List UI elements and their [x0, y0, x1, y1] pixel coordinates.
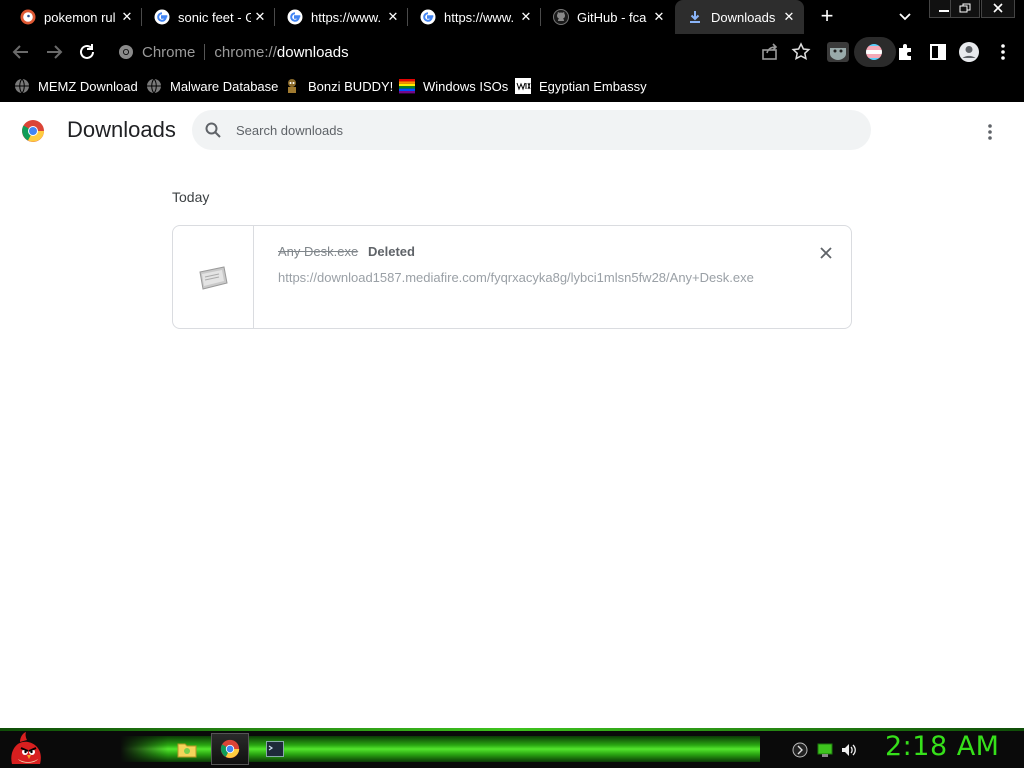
- forward-arrow-icon[interactable]: [43, 41, 65, 63]
- more-actions-icon[interactable]: [978, 120, 1002, 144]
- bonzi-icon: [288, 79, 296, 93]
- start-button-angry-bird-icon[interactable]: [6, 730, 46, 768]
- tab-close-icon[interactable]: ✕: [517, 9, 535, 25]
- bookmark-star-icon[interactable]: [790, 41, 812, 63]
- back-arrow-icon[interactable]: [10, 41, 32, 63]
- restore-icon: [959, 3, 971, 13]
- omnibox-divider: [204, 44, 206, 60]
- tab-strip: pokemon rul ✕ sonic feet - G ✕ https://w…: [0, 0, 1024, 34]
- tab-close-icon[interactable]: ✕: [650, 9, 668, 25]
- tab-close-icon[interactable]: ✕: [384, 9, 402, 25]
- rainbow-flag-icon: [399, 79, 415, 94]
- share-icon[interactable]: [759, 41, 781, 63]
- source-url-link[interactable]: https://download1587.mediafire.com/fyqrx…: [278, 270, 754, 285]
- file-name-link[interactable]: Any Desk.exe: [278, 244, 358, 259]
- taskbar-terminal[interactable]: [256, 733, 294, 765]
- tab-close-icon[interactable]: ✕: [118, 9, 136, 25]
- url-path: downloads: [276, 43, 349, 61]
- taskbar-clock[interactable]: 2:18 AM: [885, 731, 999, 762]
- taskbar-file-explorer[interactable]: [168, 733, 206, 765]
- extension-mask-icon[interactable]: [826, 40, 850, 64]
- address-bar[interactable]: Chrome chrome://downloads: [110, 37, 816, 67]
- bookmark-label: Bonzi BUDDY!: [308, 78, 394, 94]
- tab-search-chevron-icon[interactable]: [895, 6, 915, 26]
- trans-flag-extension-icon[interactable]: [863, 41, 885, 63]
- bookmark-malware-database[interactable]: Malware Database: [146, 76, 278, 96]
- bookmark-memz[interactable]: MEMZ Download: [14, 76, 138, 96]
- bookmark-egyptian-embassy[interactable]: Egyptian Embassy: [515, 76, 647, 96]
- bookmark-windows-isos[interactable]: Windows ISOs: [399, 76, 508, 96]
- folder-icon: [177, 743, 197, 758]
- restore-button[interactable]: [950, 0, 980, 18]
- close-window-button[interactable]: [981, 0, 1015, 18]
- tab-downloads[interactable]: Downloads ✕: [675, 0, 804, 34]
- tab-close-icon[interactable]: ✕: [780, 9, 798, 25]
- terminal-icon: [266, 741, 284, 757]
- taskbar-chrome[interactable]: [211, 733, 249, 765]
- wix-icon: [515, 78, 531, 94]
- tab-title: pokemon rul: [44, 9, 116, 25]
- side-panel-icon[interactable]: [927, 41, 949, 63]
- tab-sonic[interactable]: sonic feet - G ✕: [142, 0, 275, 34]
- executable-file-icon: [199, 266, 228, 290]
- download-icon: [690, 11, 700, 23]
- tab-title: sonic feet - G: [178, 9, 251, 25]
- download-item: Any Desk.exe Deleted https://download158…: [172, 225, 852, 329]
- taskbar-shade: [48, 732, 168, 768]
- tab-close-icon[interactable]: ✕: [251, 9, 269, 25]
- tab-github[interactable]: GitHub - fca ✕: [541, 0, 674, 34]
- close-icon: [993, 3, 1003, 13]
- github-icon: [553, 9, 569, 25]
- bookmark-label: Malware Database: [170, 78, 279, 94]
- extensions-puzzle-icon[interactable]: [895, 41, 917, 63]
- chrome-icon: [220, 739, 240, 759]
- search-input[interactable]: [236, 122, 836, 138]
- page-title: Downloads: [67, 117, 176, 142]
- downloads-page: Downloads Today Any Desk.exe Deleted htt…: [0, 102, 1024, 728]
- globe-icon: [15, 78, 29, 94]
- globe-icon: [147, 78, 161, 94]
- duckduckgo-icon: [20, 9, 36, 25]
- tab-google-1[interactable]: https://www. ✕: [275, 0, 408, 34]
- file-icon-cell: [173, 226, 254, 328]
- chrome-page-icon: [119, 45, 133, 59]
- download-status: Deleted: [368, 244, 415, 259]
- reload-icon[interactable]: [76, 41, 98, 63]
- tab-title: Downloads: [711, 9, 776, 25]
- google-icon: [287, 9, 303, 25]
- tab-google-2[interactable]: https://www. ✕: [408, 0, 541, 34]
- url-scheme: chrome://: [214, 43, 277, 61]
- network-icon[interactable]: [816, 741, 834, 759]
- profile-avatar-icon[interactable]: [958, 41, 980, 63]
- remove-from-list-icon[interactable]: [816, 243, 836, 263]
- tab-title: https://www.: [311, 9, 382, 25]
- chrome-logo-icon: [22, 120, 44, 142]
- tab-title: https://www.: [444, 9, 515, 25]
- taskbar-glow: [0, 728, 1024, 731]
- tab-title: GitHub - fca: [577, 9, 647, 25]
- chrome-menu-icon[interactable]: [992, 41, 1014, 63]
- bookmarks-bar: MEMZ Download Malware Database Bonzi BUD…: [0, 70, 1024, 102]
- new-tab-button[interactable]: +: [815, 4, 839, 28]
- google-icon: [154, 9, 170, 25]
- google-icon: [420, 9, 436, 25]
- taskbar: 2:18 AM: [0, 728, 1024, 768]
- site-origin-label: Chrome: [142, 43, 196, 61]
- volume-icon[interactable]: [840, 741, 858, 759]
- tab-pokemon[interactable]: pokemon rul ✕: [8, 0, 142, 34]
- minimize-icon: [939, 10, 949, 12]
- tray-app-icon[interactable]: [791, 741, 809, 759]
- bookmark-label: MEMZ Download: [38, 78, 138, 94]
- search-icon: [205, 122, 221, 138]
- browser-toolbar: Chrome chrome://downloads: [0, 34, 1024, 70]
- date-section-header: Today: [172, 189, 210, 205]
- bookmark-bonzi-buddy[interactable]: Bonzi BUDDY!: [284, 76, 393, 96]
- bookmark-label: Egyptian Embassy: [539, 78, 647, 94]
- search-downloads-box[interactable]: [192, 110, 871, 150]
- bookmark-label: Windows ISOs: [423, 78, 509, 94]
